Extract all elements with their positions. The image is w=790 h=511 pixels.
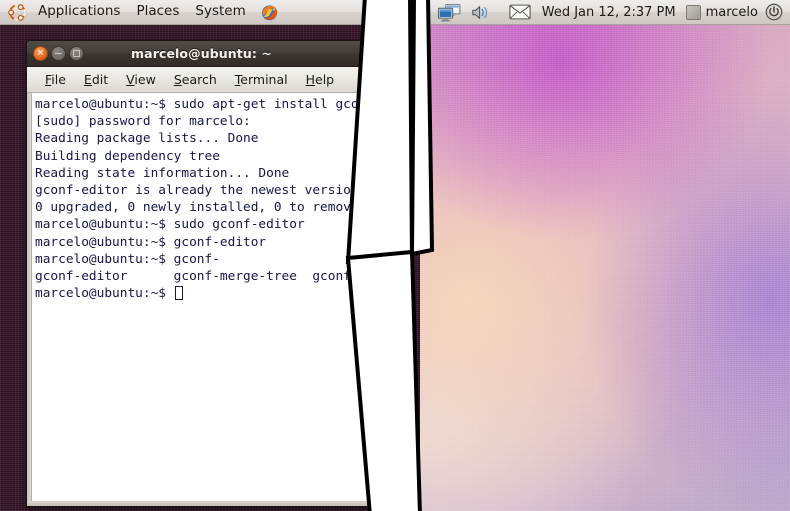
- terminal-line: marcelo@ubuntu:~$: [35, 285, 368, 302]
- panel-grip-icon[interactable]: [419, 1, 429, 23]
- panel-menu-system[interactable]: System: [187, 2, 253, 22]
- terminal-line: marcelo@ubuntu:~$ sudo gconf-editor: [35, 217, 305, 233]
- terminal-menu-file[interactable]: File: [37, 69, 74, 90]
- menu-accel-e: E: [83, 72, 92, 87]
- menu-rest-edit: dit: [91, 72, 109, 87]
- panel-menu-applications-label: Applications: [38, 3, 121, 20]
- maximize-icon: [73, 50, 80, 57]
- terminal-line: [sudo] password for marcelo:: [35, 114, 251, 130]
- window-maximize-button[interactable]: [69, 46, 84, 61]
- panel-left-section: Applications Places System: [0, 0, 279, 24]
- panel-clock[interactable]: Wed Jan 12, 2:37 PM: [535, 5, 683, 20]
- ubuntu-logo-icon[interactable]: [8, 3, 27, 22]
- menu-rest-terminal: erminal: [240, 72, 288, 87]
- terminal-line: gconf-editor gconf-merge-tree gconf-merg…: [35, 268, 368, 284]
- terminal-line: marcelo@ubuntu:~$ gconf-editor: [35, 234, 267, 250]
- terminal-menu-help[interactable]: Help: [298, 69, 343, 90]
- network-monitors-icon[interactable]: [437, 3, 463, 22]
- terminal-window-title: marcelo@ubuntu: ~: [131, 46, 272, 61]
- terminal-menu-search[interactable]: Search: [166, 69, 225, 90]
- terminal-menu-view[interactable]: View: [118, 69, 164, 90]
- envelope-mail-icon[interactable]: [509, 4, 531, 20]
- menu-rest-search: earch: [181, 72, 217, 87]
- panel-menu-places[interactable]: Places: [128, 2, 187, 22]
- terminal-line: Reading state information... Done: [35, 165, 290, 181]
- terminal-line: 0 upgraded, 0 newly installed, 0 to remo…: [35, 200, 368, 216]
- menu-rest-file: ile: [51, 72, 66, 87]
- panel-menu-system-label: System: [195, 3, 246, 20]
- terminal-body[interactable]: marcelo@ubuntu:~$ sudo apt-get install g…: [27, 93, 368, 501]
- terminal-titlebar[interactable]: × marcelo@ubuntu: ~: [27, 41, 368, 67]
- terminal-line: marcelo@ubuntu:~$ sudo apt-get install g…: [35, 97, 368, 112]
- minimize-icon: [55, 52, 62, 55]
- terminal-window[interactable]: × marcelo@ubuntu: ~ File Edit View Searc…: [26, 40, 369, 507]
- terminal-menubar: File Edit View Search Terminal Help: [27, 67, 368, 93]
- terminal-menu-edit[interactable]: Edit: [76, 69, 116, 90]
- terminal-menu-terminal[interactable]: Terminal: [227, 69, 296, 90]
- user-avatar-icon[interactable]: [685, 4, 701, 20]
- menu-accel-s: S: [173, 72, 182, 87]
- power-button-icon[interactable]: [765, 3, 783, 21]
- firefox-icon[interactable]: [260, 3, 279, 22]
- terminal-line: marcelo@ubuntu:~$ gconf-: [35, 251, 220, 267]
- gnome-top-panel: Applications Places System Wed Jan 12, 2…: [0, 0, 790, 25]
- volume-speaker-icon[interactable]: [471, 4, 491, 21]
- terminal-line: Building dependency tree: [35, 148, 220, 164]
- window-close-button[interactable]: ×: [33, 46, 48, 61]
- panel-menu-applications[interactable]: Applications: [30, 2, 128, 22]
- terminal-window-bottom-edge: [27, 501, 368, 506]
- window-minimize-button[interactable]: [51, 46, 66, 61]
- panel-tray-section: Wed Jan 12, 2:37 PM marcelo: [418, 0, 790, 24]
- panel-menu-places-label: Places: [136, 3, 180, 20]
- terminal-line: gconf-editor is already the newest versi…: [35, 182, 367, 198]
- terminal-output[interactable]: marcelo@ubuntu:~$ sudo apt-get install g…: [32, 93, 368, 501]
- close-icon: ×: [36, 48, 45, 58]
- menu-rest-help: elp: [315, 72, 335, 87]
- terminal-line: Reading package lists... Done: [35, 131, 259, 147]
- panel-username[interactable]: marcelo: [706, 5, 758, 20]
- terminal-cursor: [174, 286, 183, 301]
- menu-rest-view: iew: [134, 72, 156, 87]
- menu-accel-h: H: [305, 72, 316, 87]
